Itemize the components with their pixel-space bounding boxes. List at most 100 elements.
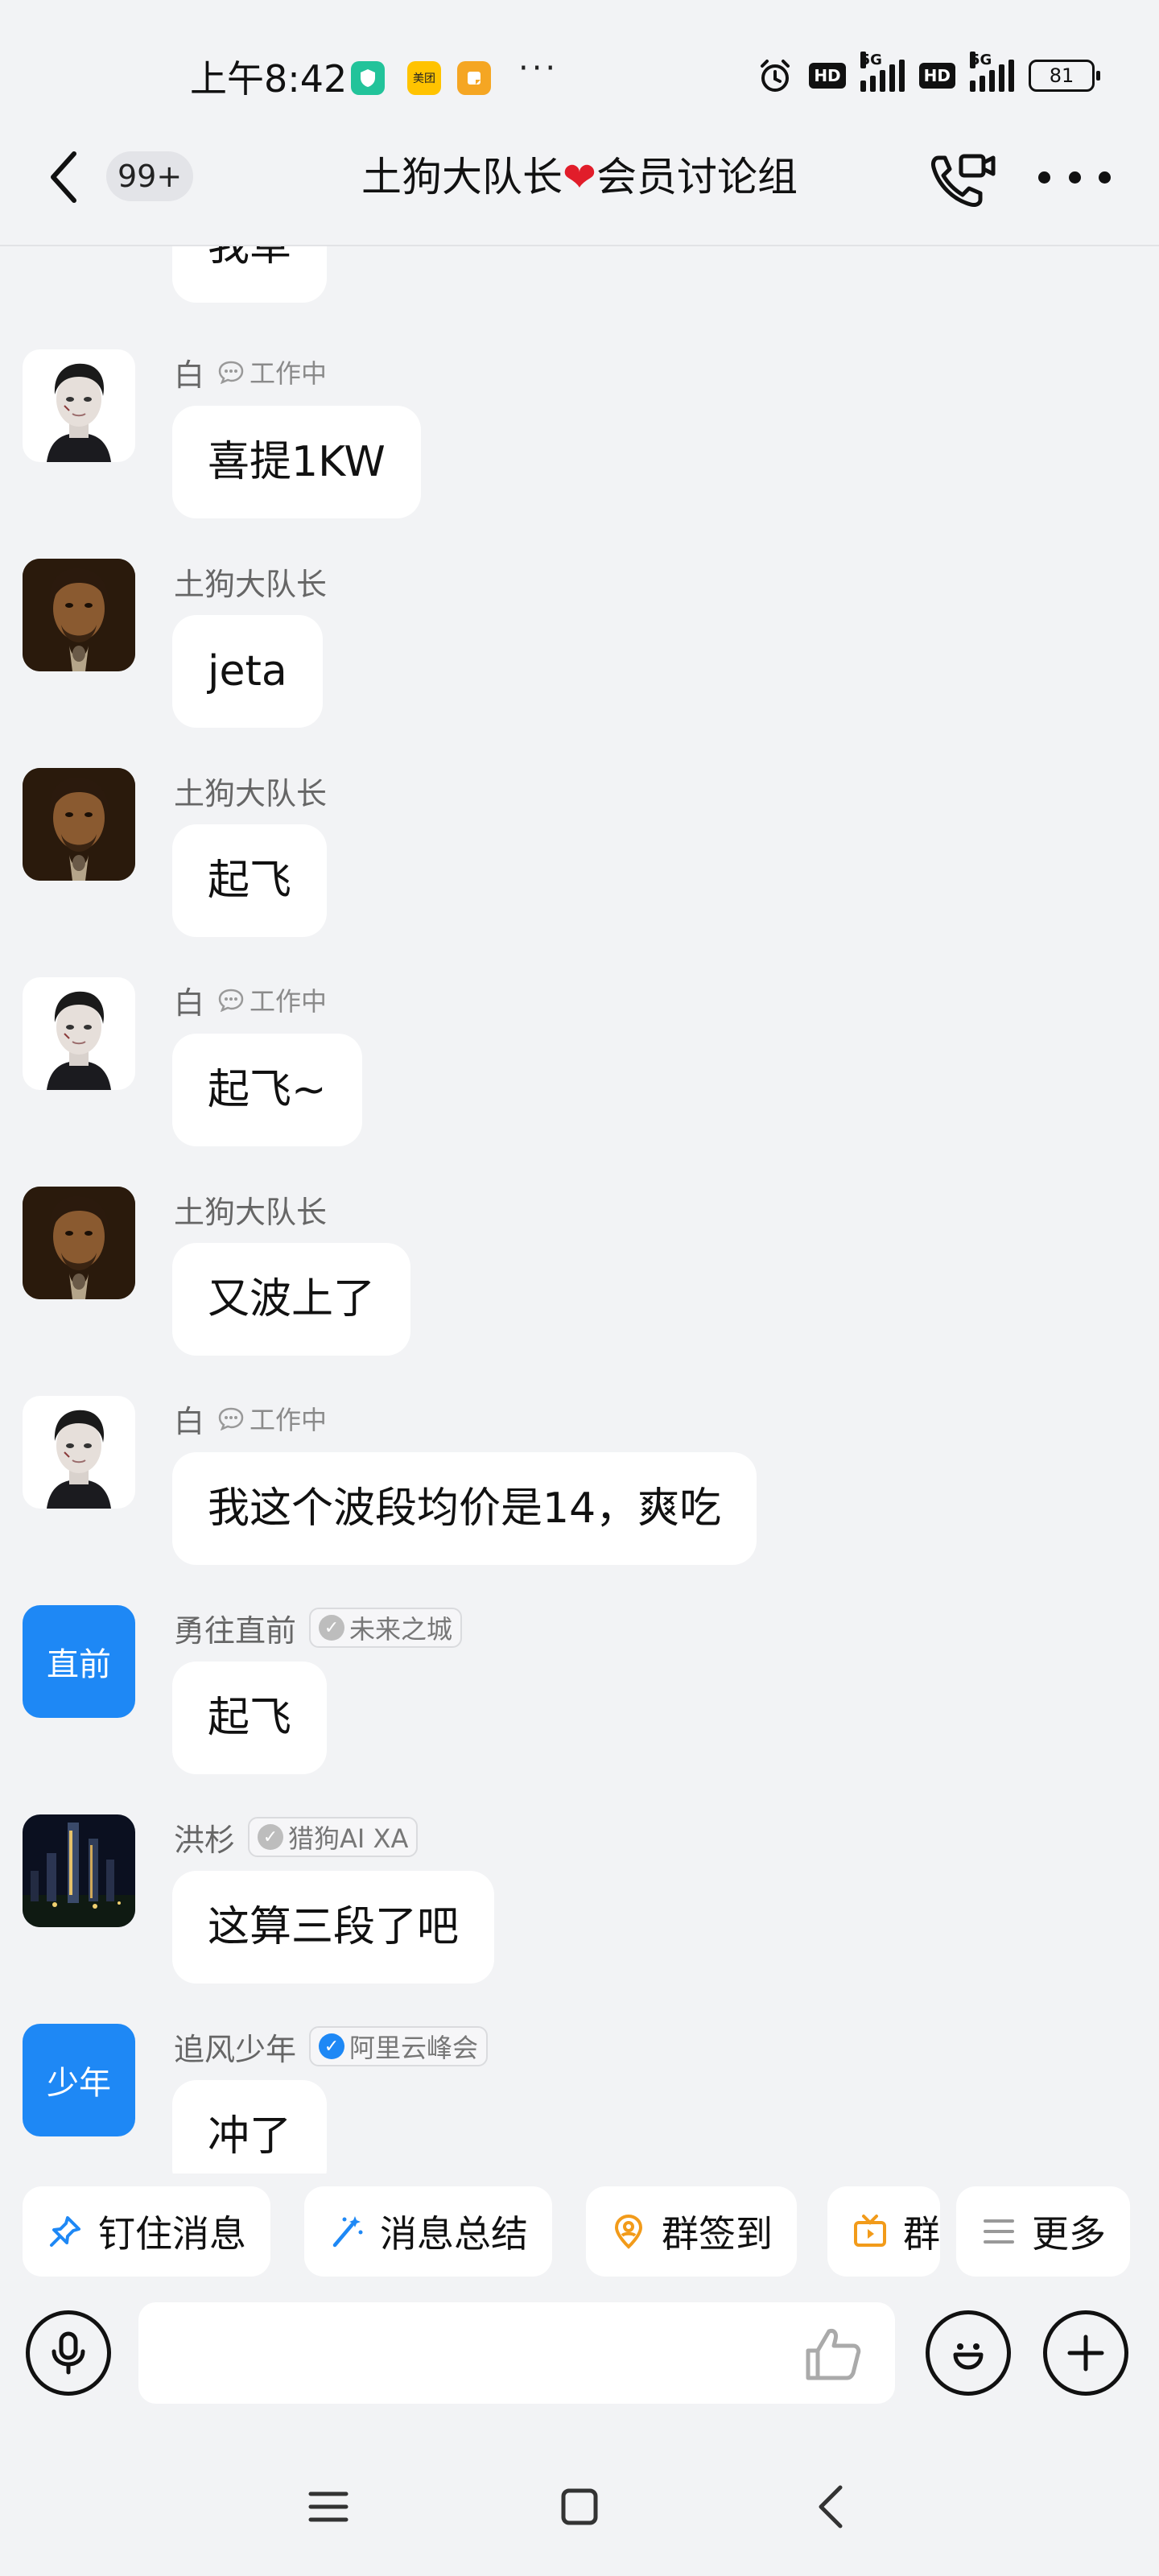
more-actions-button[interactable]: 更多: [956, 2186, 1130, 2277]
chevron-left-icon: [51, 151, 76, 203]
sender-status: 工作中: [217, 353, 327, 390]
more-dot-icon: [1068, 171, 1081, 184]
sender-name[interactable]: 洪杉: [174, 1815, 235, 1860]
message-bubble[interactable]: 冲了: [172, 2080, 328, 2174]
chat-screen: 上午8:42 美团 ··· HD 5G HD 5G 81 99+ 土狗大队长❤会…: [0, 0, 1159, 2576]
avatar[interactable]: [23, 768, 135, 881]
heart-icon: ❤: [563, 154, 596, 200]
plus-icon: [1067, 2334, 1104, 2372]
notes-app-icon: [457, 61, 491, 95]
phone-video-icon: [931, 154, 996, 207]
avatar[interactable]: 直前: [23, 1605, 135, 1718]
message-bubble[interactable]: 起飞: [172, 824, 328, 937]
video-call-button[interactable]: [927, 148, 998, 213]
chat-header: 99+ 土狗大队长❤会员讨论组: [0, 121, 1159, 246]
sender-name[interactable]: 土狗大队长: [174, 559, 327, 604]
system-nav-bar: [0, 2439, 1159, 2576]
sender-status: 工作中: [217, 981, 327, 1018]
message-bubble[interactable]: 我草: [172, 246, 328, 303]
message-input[interactable]: [138, 2302, 895, 2404]
sender-row: 土狗大队长: [174, 768, 327, 813]
status-right: HD 5G HD 5G 81: [756, 52, 1100, 95]
sender-row: 土狗大队长: [174, 559, 327, 604]
message-bubble[interactable]: 起飞: [172, 1662, 328, 1774]
sender-row: 追风少年 ✓ 阿里云峰会: [174, 2024, 489, 2069]
sender-row: 白 工作中: [174, 977, 327, 1022]
avatar[interactable]: [23, 1396, 135, 1509]
member-tag[interactable]: ✓ 猎狗AI XA: [248, 1817, 419, 1857]
sender-row: 洪杉 ✓ 猎狗AI XA: [174, 1814, 419, 1860]
sender-name[interactable]: 白: [174, 350, 204, 394]
sender-name[interactable]: 追风少年: [174, 2025, 296, 2069]
group-title-left: 土狗大队长: [361, 154, 563, 200]
sender-row: 勇往直前 ✓ 未来之城: [174, 1605, 463, 1650]
sender-name[interactable]: 勇往直前: [174, 1606, 296, 1650]
message-summary-button[interactable]: 消息总结: [304, 2186, 552, 2277]
menu-icon: [984, 2219, 1014, 2244]
message-bubble[interactable]: 我这个波段均价是14，爽吃: [172, 1452, 757, 1565]
hd-badge-2: HD: [918, 63, 955, 89]
back-nav-icon[interactable]: [808, 2483, 856, 2531]
location-pin-icon: [614, 2214, 643, 2249]
quick-actions-bar[interactable]: 钉住消息 消息总结 群签到 群 更多: [0, 2186, 1159, 2280]
message-bubble[interactable]: 这算三段了吧: [172, 1871, 495, 1984]
more-dot-icon: [1099, 171, 1111, 184]
unread-count-badge[interactable]: 99+: [106, 151, 194, 201]
message-bubble[interactable]: 起飞~: [172, 1034, 362, 1146]
status-time: 上午8:42: [190, 57, 348, 101]
sender-row: 白 工作中: [174, 1396, 327, 1441]
group-live-button[interactable]: 群: [827, 2186, 940, 2277]
sender-name[interactable]: 土狗大队长: [174, 1187, 327, 1232]
signal-icon: 5G: [860, 52, 905, 92]
message-bubble[interactable]: jeta: [172, 615, 323, 728]
message-bubble[interactable]: 又波上了: [172, 1243, 411, 1356]
add-attachment-button[interactable]: [1043, 2310, 1128, 2396]
avatar[interactable]: [23, 977, 135, 1090]
hd-badge: HD: [809, 63, 846, 89]
avatar[interactable]: [23, 1814, 135, 1927]
shield-app-icon: [351, 61, 385, 95]
home-icon[interactable]: [555, 2483, 604, 2531]
avatar[interactable]: 少年: [23, 2024, 135, 2136]
smiley-icon: [953, 2343, 984, 2370]
magic-wand-icon: [332, 2216, 363, 2248]
chat-bubble-icon: [218, 989, 244, 1012]
avatar[interactable]: [23, 1187, 135, 1299]
thumbs-up-icon: [806, 2329, 861, 2380]
group-checkin-button[interactable]: 群签到: [586, 2186, 797, 2277]
battery-icon: 81: [1029, 60, 1100, 92]
member-tag[interactable]: ✓ 未来之城: [309, 1608, 463, 1648]
group-title[interactable]: 土狗大队长❤会员讨论组: [322, 145, 837, 209]
microphone-icon: [52, 2331, 85, 2375]
voice-input-button[interactable]: [26, 2310, 111, 2396]
pin-message-button[interactable]: 钉住消息: [23, 2186, 270, 2277]
sender-name[interactable]: 白: [174, 1397, 204, 1441]
avatar[interactable]: [23, 559, 135, 671]
recent-apps-icon[interactable]: [304, 2483, 353, 2531]
signal-icon-2: 5G: [970, 52, 1014, 92]
meituan-app-icon: 美团: [407, 61, 441, 95]
more-notifications-icon: ···: [518, 50, 559, 87]
sender-status: 工作中: [217, 1400, 327, 1437]
pin-icon: [50, 2216, 80, 2247]
sender-row: 土狗大队长: [174, 1187, 327, 1232]
sender-name[interactable]: 土狗大队长: [174, 769, 327, 813]
avatar[interactable]: [23, 349, 135, 462]
badge-icon: ✓: [258, 1824, 284, 1850]
message-list[interactable]: 我草 白 工作中 喜提1KW 土狗大队长 jeta 土狗大队长 起飞 白 工作中…: [0, 246, 1159, 2174]
input-bar: [0, 2302, 1159, 2439]
alarm-icon: [761, 60, 790, 92]
emoji-button[interactable]: [926, 2310, 1011, 2396]
chat-bubble-icon: [218, 1407, 244, 1430]
chat-bubble-icon: [218, 361, 244, 384]
tv-icon: [854, 2215, 886, 2247]
back-button[interactable]: [45, 145, 93, 209]
more-options-button[interactable]: [1038, 153, 1111, 201]
message-bubble[interactable]: 喜提1KW: [172, 406, 421, 518]
member-tag[interactable]: ✓ 阿里云峰会: [309, 2026, 489, 2066]
sender-name[interactable]: 白: [174, 978, 204, 1022]
badge-icon: ✓: [319, 1615, 345, 1641]
like-button[interactable]: [802, 2325, 866, 2383]
group-title-right: 会员讨论组: [596, 154, 798, 200]
verified-icon: ✓: [319, 2033, 345, 2059]
